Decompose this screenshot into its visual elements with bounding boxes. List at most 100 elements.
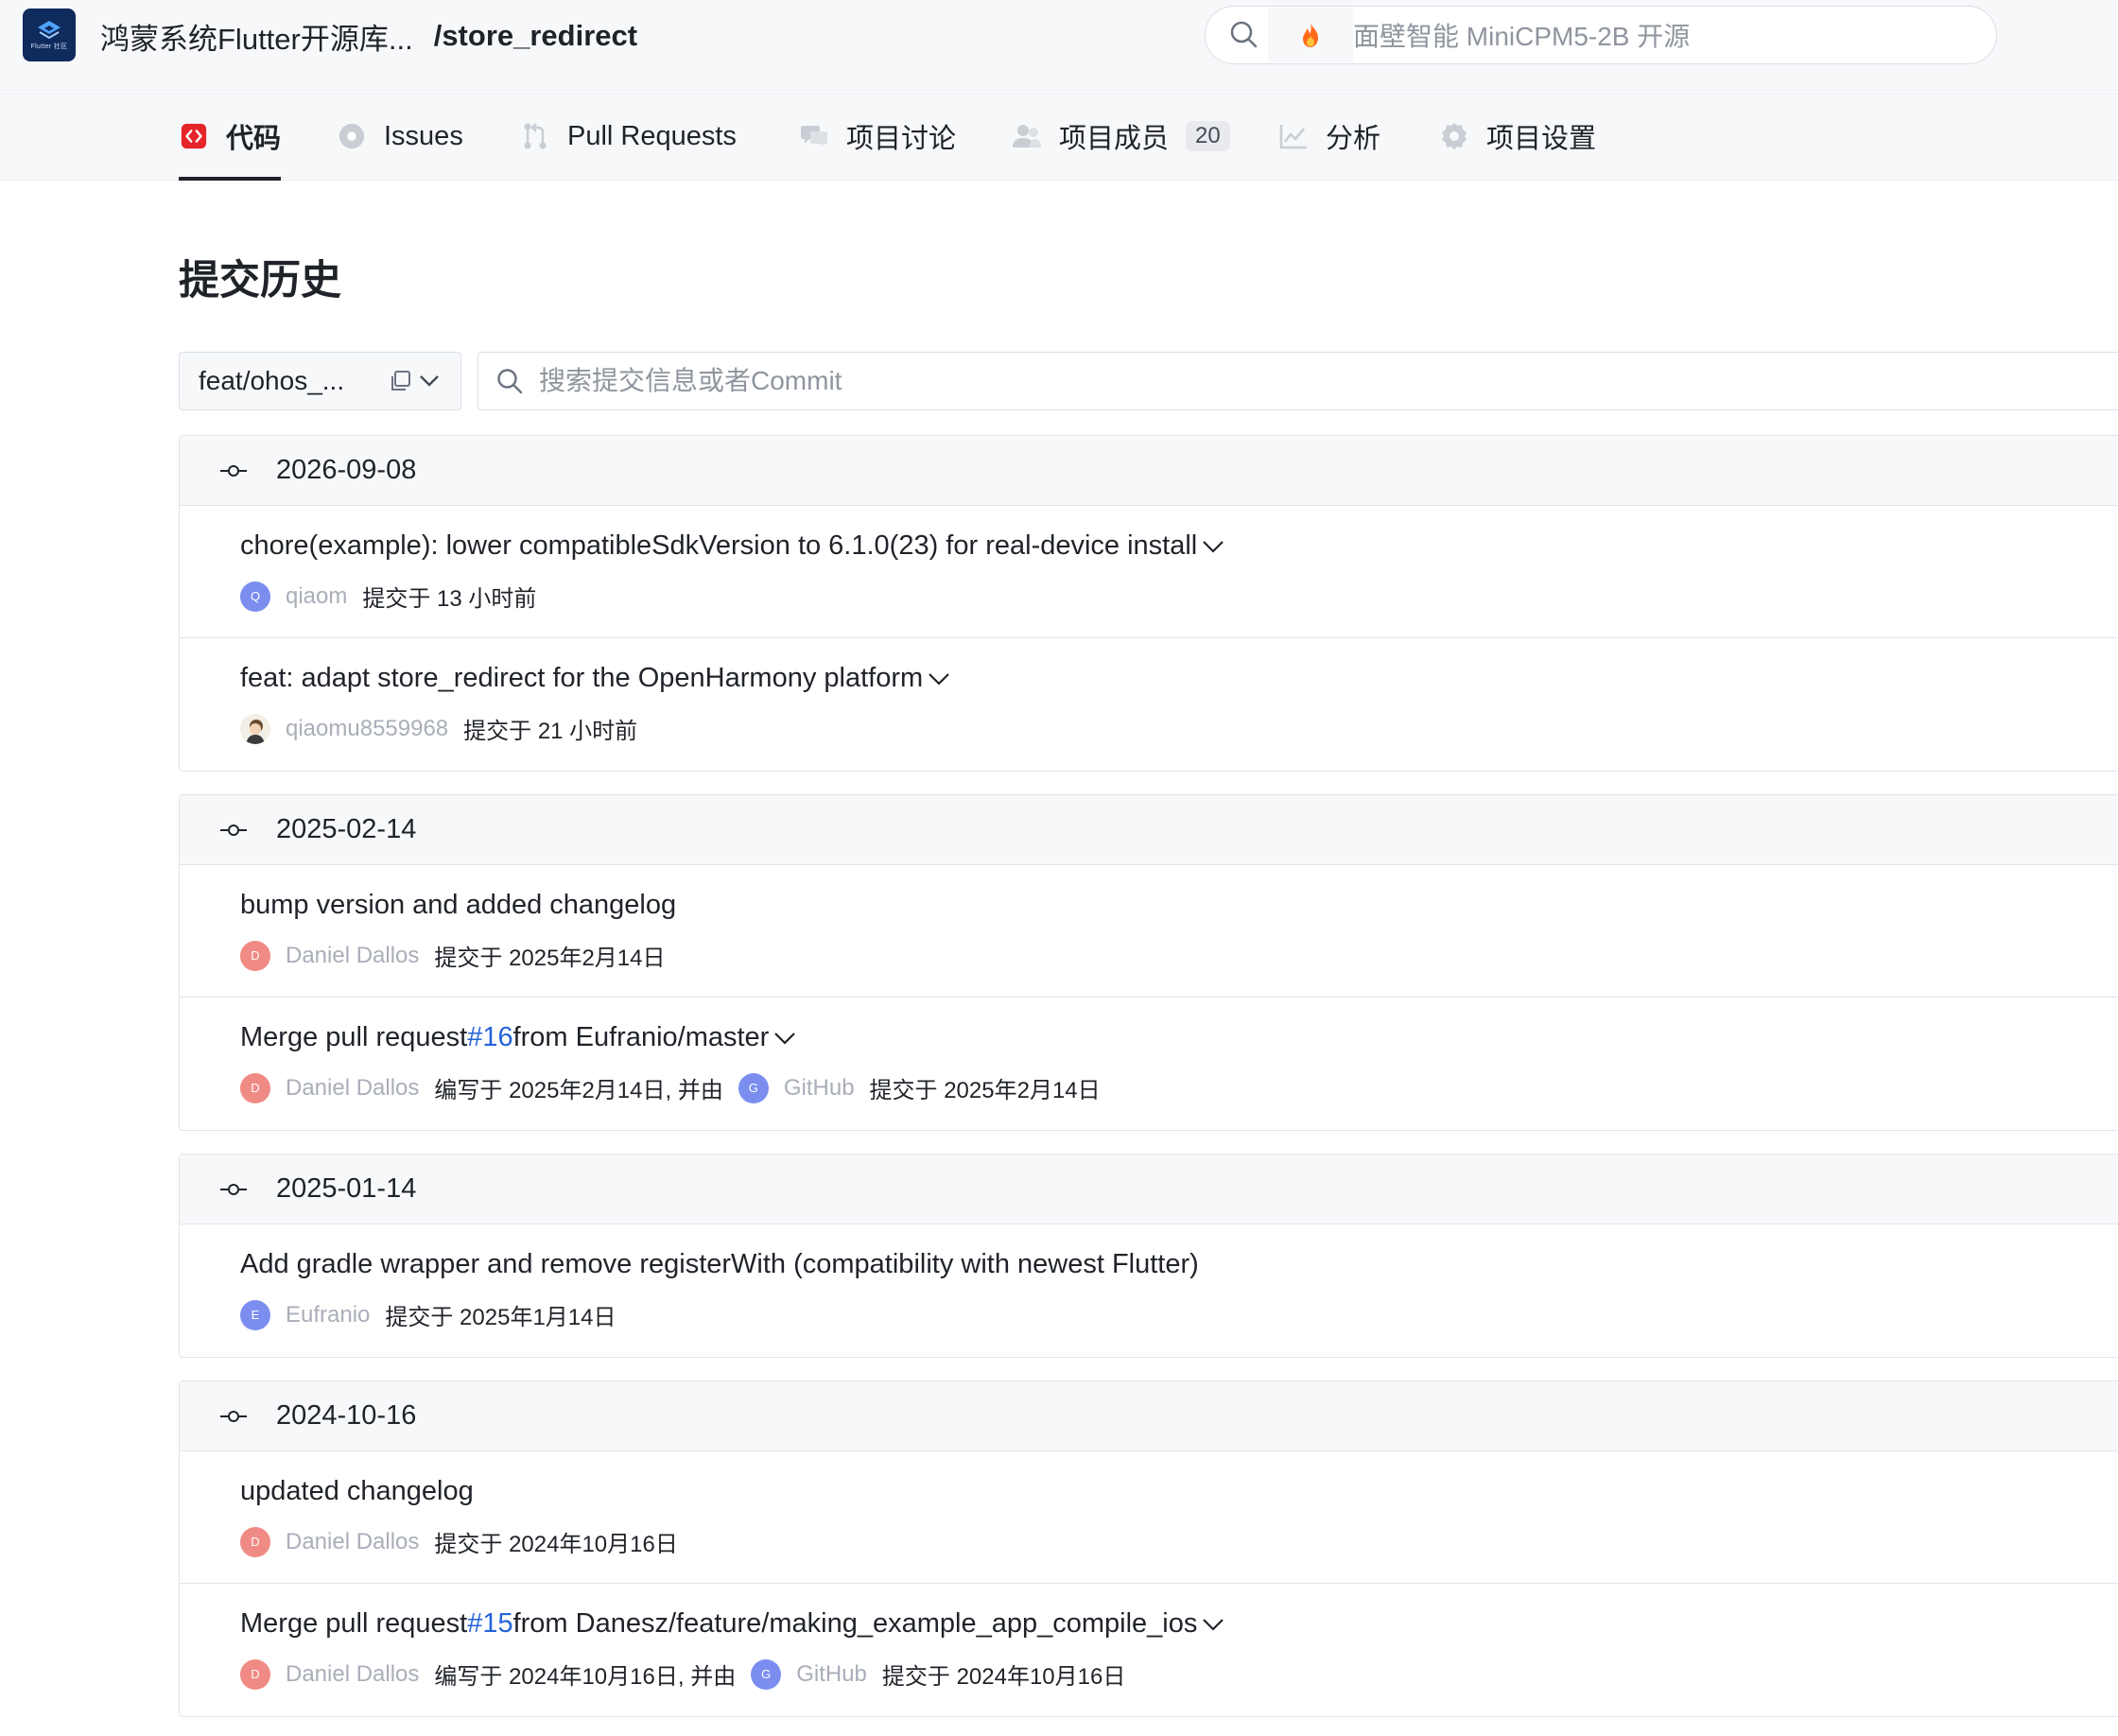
commit-title[interactable]: bump version and added changelog xyxy=(240,890,676,921)
commit-meta: Qqiaom 提交于 13 小时前 xyxy=(240,580,536,613)
commit-group-date: 2025-01-14 xyxy=(276,1173,417,1204)
commit-time: 编写于 2025年2月14日, 并由 xyxy=(434,1078,723,1103)
branch-selector[interactable]: feat/ohos_... xyxy=(179,352,461,410)
commit-group: 2025-02-14 bump version and added changel… xyxy=(179,794,2118,1131)
commit-row: feat: adapt store_redirect for the OpenH… xyxy=(180,638,2118,771)
author-avatar[interactable]: Q xyxy=(240,581,270,612)
tab-label: 项目讨论 xyxy=(846,124,957,154)
copy-icon[interactable] xyxy=(389,369,413,393)
author-avatar[interactable] xyxy=(240,713,270,744)
author-name[interactable]: qiaom xyxy=(286,583,347,610)
commit-title-prefix[interactable]: Merge pull request xyxy=(240,1608,467,1640)
search-icon xyxy=(497,369,523,394)
pull-request-link[interactable]: #16 xyxy=(467,1022,512,1053)
commit-group-header: 2024-10-16 xyxy=(180,1381,2118,1451)
repo-name-link[interactable]: /store_redirect xyxy=(434,19,637,53)
commit-node-icon xyxy=(220,1183,247,1195)
author-avatar[interactable]: D xyxy=(240,1658,270,1690)
pull-request-icon xyxy=(520,121,550,151)
commit-meta: qiaomu8559968 提交于 21 小时前 xyxy=(240,712,637,745)
commit-title-line: updated changelog xyxy=(240,1476,474,1507)
members-count-badge: 20 xyxy=(1186,121,1230,151)
commit-title-line: feat: adapt store_redirect for the OpenH… xyxy=(240,663,951,694)
logo-caption: Flutter 社区 xyxy=(30,43,68,50)
user-photo-icon xyxy=(240,713,270,744)
author-avatar[interactable]: E xyxy=(240,1299,270,1330)
commit-title-line: Add gradle wrapper and remove registerWi… xyxy=(240,1249,1199,1280)
breadcrumb: 鸿蒙系统Flutter开源库... /store_redirect xyxy=(100,15,637,57)
tab-pull-requests[interactable]: Pull Requests xyxy=(520,92,737,181)
top-header: Flutter 社区 鸿蒙系统Flutter开源库... /store_redi… xyxy=(0,0,2118,91)
author-name[interactable]: Daniel Dallos xyxy=(286,1529,419,1555)
page-title: 提交历史 xyxy=(179,258,341,304)
pull-request-link[interactable]: #15 xyxy=(467,1608,512,1640)
commit-group: 2024-10-16 updated changelog D Daniel Dallo… xyxy=(179,1380,2118,1717)
tab-code[interactable]: 代码 xyxy=(179,92,282,181)
commit-title-suffix[interactable]: from Eufranio/master xyxy=(513,1022,770,1053)
tab-label: 项目成员 xyxy=(1059,124,1170,154)
commit-search-box xyxy=(477,352,2118,410)
commit-row: Add gradle wrapper and remove registerWi… xyxy=(180,1224,2118,1357)
tab-issues[interactable]: Issues xyxy=(337,92,463,181)
repo-owner-link[interactable]: 鸿蒙系统Flutter开源库... xyxy=(100,15,413,58)
commit-meta: D Daniel Dallos 提交于 2025年2月14日 xyxy=(240,939,666,972)
global-search-placeholder: 面壁智能 MiniCPM5-2B 开源 xyxy=(1353,22,1691,51)
author-name[interactable]: qiaomu8559968 xyxy=(286,716,448,742)
committer-name[interactable]: GitHub xyxy=(796,1661,867,1688)
commit-meta: D Daniel Dallos 编写于 2024年10月16日, 并由 G GitHub… xyxy=(240,1658,1125,1691)
expand-chevron-icon[interactable] xyxy=(1201,1616,1225,1633)
commit-title[interactable]: updated changelog xyxy=(240,1476,474,1507)
commit-row: Merge pull request #15 from Danesz/featu… xyxy=(180,1584,2118,1716)
expand-chevron-icon[interactable] xyxy=(773,1030,797,1047)
commit-node-icon xyxy=(220,824,247,836)
tab-members[interactable]: 项目成员 20 xyxy=(1012,92,1230,181)
tab-label: 代码 xyxy=(226,124,282,154)
tab-analytics[interactable]: 分析 xyxy=(1278,92,1380,181)
commit-search-input[interactable] xyxy=(539,366,1957,396)
committer-avatar[interactable]: G xyxy=(738,1072,769,1103)
tab-label: 项目设置 xyxy=(1486,124,1597,154)
commit-group-header: 2026-09-08 xyxy=(180,436,2118,506)
commit-title[interactable]: chore(example): lower compatibleSdkVersi… xyxy=(240,530,1197,562)
commit-time: 提交于 2025年2月14日 xyxy=(434,946,666,971)
tab-discussions[interactable]: 项目讨论 xyxy=(799,92,956,181)
author-avatar[interactable]: D xyxy=(240,940,270,971)
author-avatar[interactable]: D xyxy=(240,1072,270,1103)
commit-time: 提交于 21 小时前 xyxy=(463,719,638,744)
author-avatar[interactable]: D xyxy=(240,1526,270,1557)
tab-label: 分析 xyxy=(1326,124,1381,154)
committer-avatar[interactable]: G xyxy=(751,1658,782,1690)
commit-meta: D Daniel Dallos 编写于 2025年2月14日, 并由 G GitHub 提… xyxy=(240,1071,1101,1104)
commit-meta: E Eufranio 提交于 2025年1月14日 xyxy=(240,1298,616,1331)
commit-title[interactable]: Add gradle wrapper and remove registerWi… xyxy=(240,1249,1199,1280)
commit-row: Merge pull request #16 from Eufranio/mas… xyxy=(180,998,2118,1130)
global-search-box[interactable]: 面壁智能 MiniCPM5-2B 开源 xyxy=(1205,6,1997,64)
tab-settings[interactable]: 项目设置 xyxy=(1439,92,1596,181)
author-name[interactable]: Eufranio xyxy=(286,1302,370,1328)
commit-title-line: Merge pull request #16 from Eufranio/mas… xyxy=(240,1022,797,1053)
author-name[interactable]: Daniel Dallos xyxy=(286,943,419,969)
tab-label: Issues xyxy=(384,120,463,151)
chevron-down-icon xyxy=(420,375,439,387)
commit-title[interactable]: feat: adapt store_redirect for the OpenH… xyxy=(240,663,923,694)
commit-group: 2026-09-08 chore(example): lower compatib… xyxy=(179,435,2118,772)
commit-time: 提交于 2024年10月16日 xyxy=(434,1532,678,1557)
gear-icon xyxy=(1439,121,1469,151)
committer-name[interactable]: GitHub xyxy=(784,1075,855,1102)
commit-row: updated changelog D Daniel Dallos 提交于 2024年… xyxy=(180,1451,2118,1584)
discussion-icon xyxy=(799,121,829,151)
author-name[interactable]: Daniel Dallos xyxy=(286,1075,419,1102)
commit-group-header: 2025-02-14 xyxy=(180,795,2118,865)
issue-icon xyxy=(337,121,367,151)
expand-chevron-icon[interactable] xyxy=(1201,538,1225,555)
repo-tabs: 代码 Issues Pull Requests 项目讨论 项目成员 20 分析 … xyxy=(0,92,2118,181)
search-icon xyxy=(1230,21,1258,48)
org-logo[interactable]: Flutter 社区 xyxy=(23,9,76,61)
commit-title-suffix[interactable]: from Danesz/feature/making_example_app_c… xyxy=(513,1608,1198,1640)
commit-title-prefix[interactable]: Merge pull request xyxy=(240,1022,467,1053)
author-name[interactable]: Daniel Dallos xyxy=(286,1661,419,1688)
commit-title-line: chore(example): lower compatibleSdkVersi… xyxy=(240,530,1225,562)
commit-group-date: 2026-09-08 xyxy=(276,455,417,485)
expand-chevron-icon[interactable] xyxy=(927,670,951,687)
commit-row: bump version and added changelog D Daniel … xyxy=(180,865,2118,998)
